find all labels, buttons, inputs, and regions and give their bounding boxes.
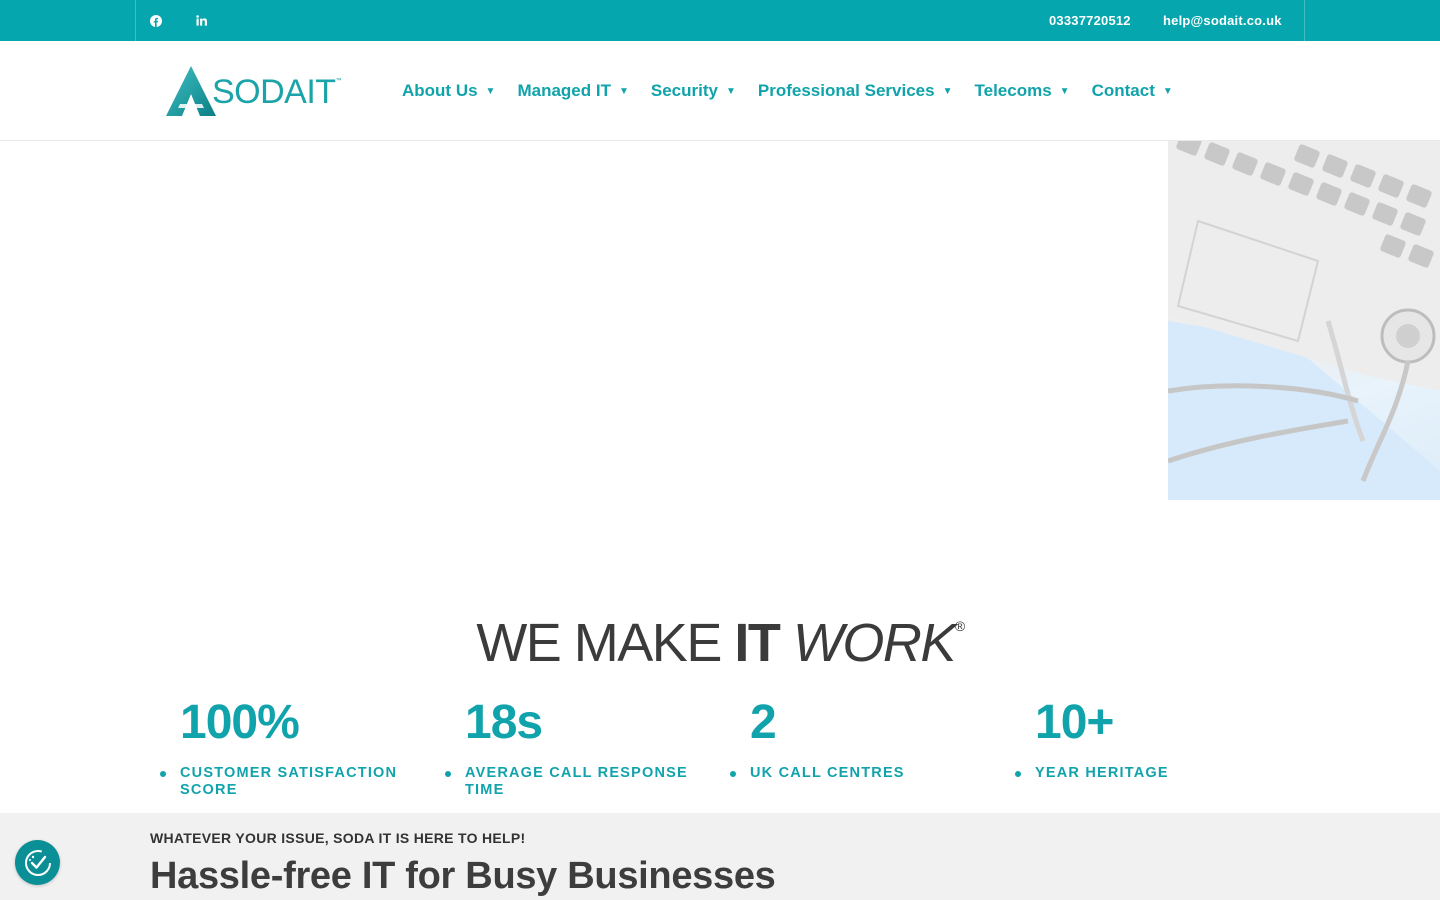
facebook-icon[interactable] xyxy=(136,0,176,41)
hero-section xyxy=(0,141,1440,501)
logo-mark-icon xyxy=(166,66,216,116)
stat-label: Customer Satisfaction Score xyxy=(180,765,398,798)
nav-item-telecoms[interactable]: Telecoms ▼ xyxy=(975,81,1070,101)
nav-item-label: Security xyxy=(650,81,718,100)
nav-item-managed-it[interactable]: Managed IT ▼ xyxy=(517,81,628,101)
main-nav: About Us ▼ Managed IT ▼ Security ▼ Profe… xyxy=(402,41,1195,141)
stat-label: Year Heritage xyxy=(1035,765,1169,781)
bullet-dot-icon xyxy=(730,771,736,777)
logo-trademark: ™ xyxy=(335,78,342,84)
phone-link[interactable]: 03337720512 xyxy=(1049,0,1131,41)
tagline-part-work: WORK xyxy=(779,613,956,673)
caret-down-icon: ▼ xyxy=(618,85,629,97)
stat-label-wrap: Year Heritage xyxy=(1015,765,1260,782)
site-header: SODAIT ™ About Us ▼ Managed IT ▼ Securit… xyxy=(0,41,1440,141)
section-title: Hassle-free IT for Busy Businesses xyxy=(150,855,776,897)
nav-item-contact[interactable]: Contact ▼ xyxy=(1092,81,1173,101)
nav-item-label: Telecoms xyxy=(974,81,1052,100)
stat-value: 2 xyxy=(750,696,777,749)
bullet-dot-icon xyxy=(160,771,166,777)
stat-label: Average Call Response Time xyxy=(465,765,688,798)
intro-section: WHATEVER YOUR ISSUE, SODA IT IS HERE TO … xyxy=(0,813,1440,900)
nav-item-label: Contact xyxy=(1091,81,1155,100)
top-bar: 03337720512 help@sodait.co.uk xyxy=(0,0,1440,41)
stat-label-wrap: Customer Satisfaction Score xyxy=(160,765,405,799)
caret-down-icon: ▼ xyxy=(942,85,953,97)
nav-item-about-us[interactable]: About Us ▼ xyxy=(402,81,495,101)
caret-down-icon: ▼ xyxy=(725,85,736,97)
cookie-check-icon xyxy=(24,849,51,876)
stat-label: UK Call Centres xyxy=(750,765,905,781)
tagline-part-we-make: WE MAKE xyxy=(476,613,735,673)
tagline-part-it: IT xyxy=(734,613,781,673)
bullet-dot-icon xyxy=(445,771,451,777)
stat-call-response: 18s Average Call Response Time xyxy=(445,695,705,799)
stat-label-wrap: Average Call Response Time xyxy=(445,765,690,799)
caret-down-icon: ▼ xyxy=(1162,85,1173,97)
bullet-dot-icon xyxy=(1015,771,1021,777)
stat-customer-satisfaction: 100% Customer Satisfaction Score xyxy=(160,695,420,799)
nav-item-security[interactable]: Security ▼ xyxy=(651,81,736,101)
cookie-settings-button[interactable] xyxy=(15,840,60,885)
logo-text: SODAIT xyxy=(212,72,336,111)
nav-item-label: Managed IT xyxy=(517,81,611,100)
nav-item-label: About Us xyxy=(402,81,478,100)
stat-value: 10+ xyxy=(1035,696,1114,749)
stat-call-centres: 2 UK Call Centres xyxy=(730,695,990,782)
section-kicker: WHATEVER YOUR ISSUE, SODA IT IS HERE TO … xyxy=(150,830,526,846)
registered-mark: ® xyxy=(954,618,965,634)
stat-year-heritage: 10+ Year Heritage xyxy=(1015,695,1275,782)
stat-value: 18s xyxy=(465,696,543,749)
caret-down-icon: ▼ xyxy=(485,85,496,97)
nav-item-professional-services[interactable]: Professional Services ▼ xyxy=(758,81,953,101)
stat-value: 100% xyxy=(180,696,300,749)
tagline: WE MAKE IT WORK® xyxy=(0,612,1440,674)
hero-image xyxy=(1168,141,1440,500)
site-logo[interactable]: SODAIT ™ xyxy=(164,64,344,118)
caret-down-icon: ▼ xyxy=(1059,85,1070,97)
email-link[interactable]: help@sodait.co.uk xyxy=(1163,0,1282,41)
stat-label-wrap: UK Call Centres xyxy=(730,765,975,782)
nav-item-label: Professional Services xyxy=(757,81,935,100)
top-bar-inner: 03337720512 help@sodait.co.uk xyxy=(135,0,1305,41)
linkedin-icon[interactable] xyxy=(181,0,221,41)
